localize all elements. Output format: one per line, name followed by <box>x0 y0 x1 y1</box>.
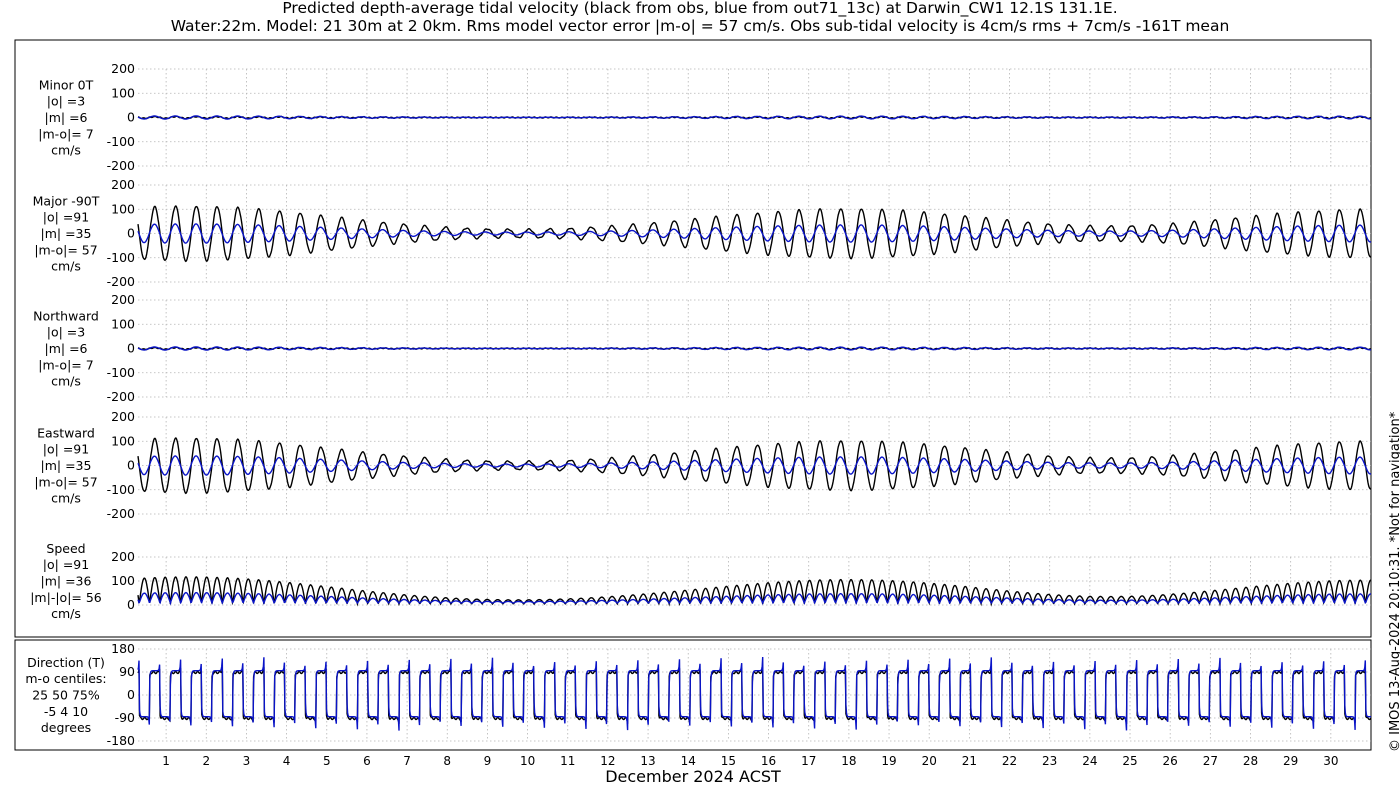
y-tick-label: 100 <box>111 433 135 448</box>
y-tick-label: 0 <box>127 458 135 473</box>
panel-label-line: |o| =3 <box>47 94 85 109</box>
x-tick-label: 6 <box>363 754 371 768</box>
y-tick-label: 100 <box>111 573 135 588</box>
y-tick-label: 100 <box>111 316 135 331</box>
panel-label-line: Minor 0T <box>39 77 94 92</box>
upper-frame <box>14 39 1372 638</box>
x-axis-label: December 2024 ACST <box>605 767 781 786</box>
y-tick-label: 100 <box>111 201 135 216</box>
y-tick-label: 200 <box>111 549 135 564</box>
panel-label-line: |m-o|= 57 <box>34 474 97 489</box>
panel-label-line: cm/s <box>51 491 81 506</box>
y-tick-label: -100 <box>107 482 135 497</box>
x-tick-label: 22 <box>1002 754 1017 768</box>
x-tick-label: 4 <box>283 754 291 768</box>
y-tick-label: -90 <box>115 710 135 725</box>
x-tick-label: 20 <box>922 754 937 768</box>
panel-label-line: |m-o|= 7 <box>38 126 93 141</box>
y-tick-label: 0 <box>127 226 135 241</box>
x-tick-label: 18 <box>841 754 856 768</box>
x-tick-label: 9 <box>484 754 492 768</box>
y-tick-label: 90 <box>119 664 135 679</box>
panel-label-line: |m| =36 <box>41 574 92 589</box>
panel-label-line: cm/s <box>51 143 81 158</box>
series-obs-line <box>137 666 1372 725</box>
x-tick-label: 13 <box>640 754 655 768</box>
y-tick-label: 200 <box>111 409 135 424</box>
panel-label-line: cm/s <box>51 606 81 621</box>
panel-label-line: cm/s <box>51 259 81 274</box>
y-tick-label: 200 <box>111 61 135 76</box>
x-tick-label: 29 <box>1283 754 1298 768</box>
y-tick-label: 180 <box>111 641 135 656</box>
panel-label-line: m-o centiles: <box>25 671 106 686</box>
x-tick-label: 8 <box>443 754 451 768</box>
x-tick-label: 12 <box>600 754 615 768</box>
x-tick-label: 5 <box>323 754 331 768</box>
panel-label-line: -5 4 10 <box>44 704 88 719</box>
series-model-line <box>137 656 1371 731</box>
y-tick-label: -180 <box>107 733 135 748</box>
panel-label-line: 25 50 75% <box>32 688 100 703</box>
y-tick-label: -200 <box>107 389 135 404</box>
y-tick-label: 0 <box>127 110 135 125</box>
y-tick-label: -100 <box>107 134 135 149</box>
panel-label-line: |m| =6 <box>45 110 88 125</box>
panel-label-line: |o| =91 <box>43 210 89 225</box>
panel-label-line: Major -90T <box>33 193 100 208</box>
y-tick-label: -100 <box>107 365 135 380</box>
y-tick-label: 200 <box>111 177 135 192</box>
y-tick-label: -200 <box>107 506 135 521</box>
panel-label-line: Speed <box>46 541 85 556</box>
panel-label-line: |m| =35 <box>41 226 92 241</box>
x-tick-label: 17 <box>801 754 816 768</box>
y-tick-label: 0 <box>127 597 135 612</box>
x-tick-label: 28 <box>1243 754 1258 768</box>
x-tick-label: 19 <box>881 754 896 768</box>
x-tick-label: 11 <box>560 754 575 768</box>
x-tick-label: 1 <box>162 754 170 768</box>
x-tick-label: 21 <box>962 754 977 768</box>
y-tick-label: 0 <box>127 341 135 356</box>
panel-label-line: degrees <box>41 720 91 735</box>
panel-label-line: |o| =91 <box>43 557 89 572</box>
x-tick-label: 30 <box>1323 754 1338 768</box>
panel-label-line: |m| =6 <box>45 341 88 356</box>
panel-label-line: Eastward <box>37 425 95 440</box>
panel-label-line: |m-o|= 7 <box>38 357 93 372</box>
y-tick-label: -100 <box>107 250 135 265</box>
tidal-velocity-chart: -200-1000100200Minor 0T|o| =3|m| =6|m-o|… <box>14 39 1372 768</box>
x-tick-label: 16 <box>761 754 776 768</box>
y-tick-label: -200 <box>107 158 135 173</box>
x-tick-label: 10 <box>520 754 535 768</box>
panel-label-line: |m|-|o|= 56 <box>30 590 102 605</box>
x-tick-label: 24 <box>1082 754 1097 768</box>
x-tick-label: 14 <box>681 754 696 768</box>
panel-label-line: |o| =91 <box>43 442 89 457</box>
panel-label-line: |o| =3 <box>47 325 85 340</box>
y-tick-label: 200 <box>111 292 135 307</box>
panel-label-line: Northward <box>33 308 99 323</box>
y-tick-label: -200 <box>107 274 135 289</box>
x-tick-label: 15 <box>721 754 736 768</box>
x-tick-label: 27 <box>1203 754 1218 768</box>
copyright-credit: © IMOS 13-Aug-2024 20:10:31. *Not for na… <box>1388 411 1400 752</box>
x-tick-label: 26 <box>1163 754 1178 768</box>
panel-label-line: cm/s <box>51 374 81 389</box>
x-tick-label: 23 <box>1042 754 1057 768</box>
panel-label-line: |m| =35 <box>41 458 92 473</box>
x-tick-label: 3 <box>243 754 251 768</box>
y-tick-label: 0 <box>127 687 135 702</box>
x-tick-label: 25 <box>1122 754 1137 768</box>
y-tick-label: 100 <box>111 85 135 100</box>
x-tick-label: 7 <box>403 754 411 768</box>
x-tick-label: 2 <box>202 754 210 768</box>
panel-label-line: Direction (T) <box>27 655 105 670</box>
panel-label-line: |m-o|= 57 <box>34 242 97 257</box>
